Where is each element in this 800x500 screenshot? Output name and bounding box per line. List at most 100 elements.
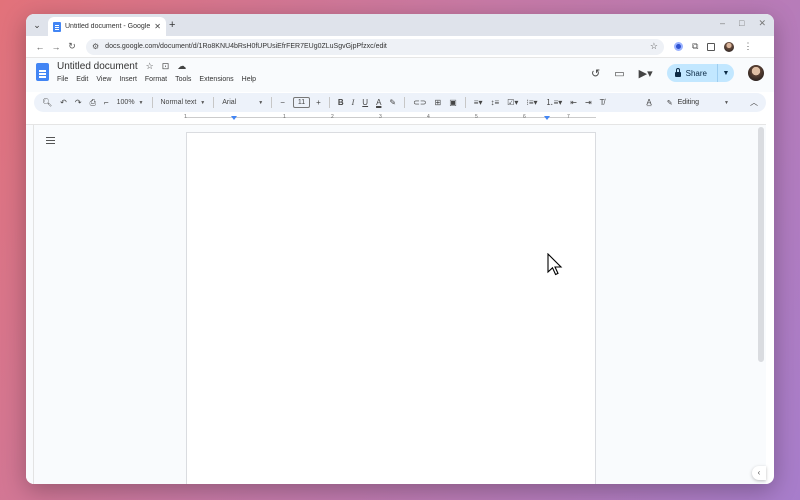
menu-edit[interactable]: Edit <box>76 76 88 83</box>
comments-icon[interactable]: ▭ <box>614 67 624 80</box>
version-history-icon[interactable]: ↺ <box>591 67 600 80</box>
paint-format-icon[interactable]: ⌐ <box>104 98 109 107</box>
menu-extensions[interactable]: Extensions <box>199 76 233 83</box>
star-icon[interactable]: ☆ <box>146 61 154 72</box>
tab-search-icon[interactable]: ⌄ <box>30 18 44 32</box>
vertical-ruler[interactable] <box>26 125 34 484</box>
bookmark-star-icon[interactable]: ☆ <box>650 41 658 52</box>
document-page[interactable] <box>186 132 596 484</box>
insert-link-icon[interactable]: ⊂⊃ <box>413 98 426 107</box>
forward-arrow-icon[interactable]: → <box>48 42 64 52</box>
font-select[interactable]: Arial ▼ <box>222 99 263 106</box>
italic-icon[interactable]: I <box>352 98 355 107</box>
add-comment-icon[interactable]: ⊞ <box>435 98 442 107</box>
document-outline-icon[interactable] <box>46 137 55 144</box>
zoom-select[interactable]: 100% ▼ <box>117 99 144 106</box>
reload-icon[interactable]: ↻ <box>64 41 80 52</box>
menu-view[interactable]: View <box>96 76 111 83</box>
increase-font-size-icon[interactable]: + <box>316 98 321 107</box>
menu-insert[interactable]: Insert <box>119 76 137 83</box>
tab-google-docs[interactable]: Untitled document - Google Docs ✕ <box>48 17 166 36</box>
spelling-icon[interactable]: A̲ <box>646 98 651 107</box>
chevron-down-icon: ▼ <box>200 100 206 106</box>
docs-logo-icon[interactable] <box>36 63 49 81</box>
formatting-toolbar: 🔍︎ ↶ ↷ ⎙ ⌐ 100% ▼ Normal text ▼ Arial ▼ − 1… <box>34 93 766 112</box>
underline-icon[interactable]: U <box>362 98 368 107</box>
url-input[interactable]: ⚙ docs.google.com/document/d/1Ro8KNU4bRs… <box>86 38 664 55</box>
text-color-icon[interactable]: A <box>376 98 381 107</box>
move-folder-icon[interactable]: ⊡ <box>162 61 170 72</box>
bulleted-list-icon[interactable]: ⁝≡▾ <box>526 98 537 107</box>
lock-icon <box>674 68 681 77</box>
search-menus-icon[interactable]: 🔍︎ <box>42 98 52 107</box>
scrollbar[interactable] <box>758 127 764 362</box>
align-icon[interactable]: ≡▾ <box>474 98 483 107</box>
ruler-number: 1 <box>283 114 286 120</box>
doc-title[interactable]: Untitled document <box>57 61 138 72</box>
bold-icon[interactable]: B <box>338 98 344 107</box>
chevron-down-icon: ▼ <box>138 100 144 106</box>
horizontal-ruler[interactable]: 1 1 2 3 4 5 6 7 <box>26 114 766 123</box>
meet-video-icon[interactable]: ▶▾ <box>639 67 653 80</box>
editing-pencil-icon: ✎ <box>666 99 673 107</box>
right-indent-marker[interactable] <box>544 116 550 120</box>
checklist-icon[interactable]: ☑▾ <box>507 98 518 107</box>
insert-image-icon[interactable]: ▣ <box>449 98 457 107</box>
close-window-button[interactable]: ✕ <box>758 18 766 29</box>
print-icon[interactable]: ⎙ <box>90 98 96 108</box>
increase-indent-icon[interactable]: ⇥ <box>585 98 592 107</box>
menu-bar: File Edit View Insert Format Tools Exten… <box>57 76 256 83</box>
divider <box>271 97 273 108</box>
divider <box>464 97 466 108</box>
hide-menus-icon[interactable]: ︿ <box>750 97 758 108</box>
cloud-status-icon[interactable]: ☁ <box>177 61 186 72</box>
menu-help[interactable]: Help <box>242 76 256 83</box>
profile-avatar[interactable] <box>724 41 735 52</box>
decrease-font-size-icon[interactable]: − <box>280 98 285 107</box>
highlight-icon[interactable]: ✎ <box>389 98 396 107</box>
ruler-number: 1 <box>184 114 187 120</box>
divider <box>404 97 406 108</box>
tab-title: Untitled document - Google Docs <box>65 23 151 30</box>
font-value: Arial <box>222 99 237 106</box>
url-text: docs.google.com/document/d/1Ro8KNU4bRsH0… <box>105 43 387 50</box>
extension-icon[interactable] <box>674 42 683 51</box>
clear-formatting-icon[interactable]: T̸ <box>600 98 605 107</box>
address-bar-row: ← → ↻ ⚙ docs.google.com/document/d/1Ro8K… <box>26 36 774 58</box>
chevron-down-icon: ▼ <box>258 100 264 106</box>
docs-header: Untitled document ☆ ⊡ ☁ File Edit View I… <box>26 58 774 92</box>
menu-tools[interactable]: Tools <box>175 76 191 83</box>
ruler-number: 3 <box>379 114 382 120</box>
back-arrow-icon[interactable]: ← <box>32 42 48 52</box>
editing-mode-select[interactable]: Editing <box>678 99 699 106</box>
style-select[interactable]: Normal text ▼ <box>161 99 206 106</box>
extensions-puzzle-icon[interactable]: ⧉ <box>692 41 698 52</box>
side-panel-toggle-icon[interactable]: ‹ <box>752 466 766 480</box>
undo-icon[interactable]: ↶ <box>60 98 67 107</box>
font-size-input[interactable]: 11 <box>292 97 311 108</box>
mouse-cursor-icon <box>547 253 563 276</box>
redo-icon[interactable]: ↷ <box>75 98 82 107</box>
maximize-button[interactable]: □ <box>739 18 744 29</box>
share-button[interactable]: Share ▼ <box>666 64 734 82</box>
side-panel-icon[interactable] <box>707 42 716 51</box>
ruler-number: 5 <box>475 114 478 120</box>
tab-strip: ⌄ Untitled document - Google Docs ✕ + – … <box>26 14 774 36</box>
menu-format[interactable]: Format <box>145 76 167 83</box>
browser-menu-icon[interactable]: ⋮ <box>743 41 752 52</box>
close-icon[interactable]: ✕ <box>154 22 161 31</box>
site-info-icon[interactable]: ⚙ <box>92 42 99 51</box>
ruler-number: 6 <box>523 114 526 120</box>
decrease-indent-icon[interactable]: ⇤ <box>570 98 577 107</box>
numbered-list-icon[interactable]: ⒈≡▾ <box>546 97 563 108</box>
menu-file[interactable]: File <box>57 76 68 83</box>
share-dropdown-icon[interactable]: ▼ <box>718 70 734 77</box>
chevron-down-icon[interactable]: ▼ <box>724 100 729 106</box>
window-controls: – □ ✕ <box>720 18 766 29</box>
left-indent-marker[interactable] <box>231 116 237 120</box>
line-spacing-icon[interactable]: ↕≡ <box>490 98 499 107</box>
new-tab-button[interactable]: + <box>169 19 175 31</box>
account-avatar[interactable] <box>748 65 764 81</box>
ruler-number: 7 <box>567 114 570 120</box>
minimize-button[interactable]: – <box>720 18 725 29</box>
